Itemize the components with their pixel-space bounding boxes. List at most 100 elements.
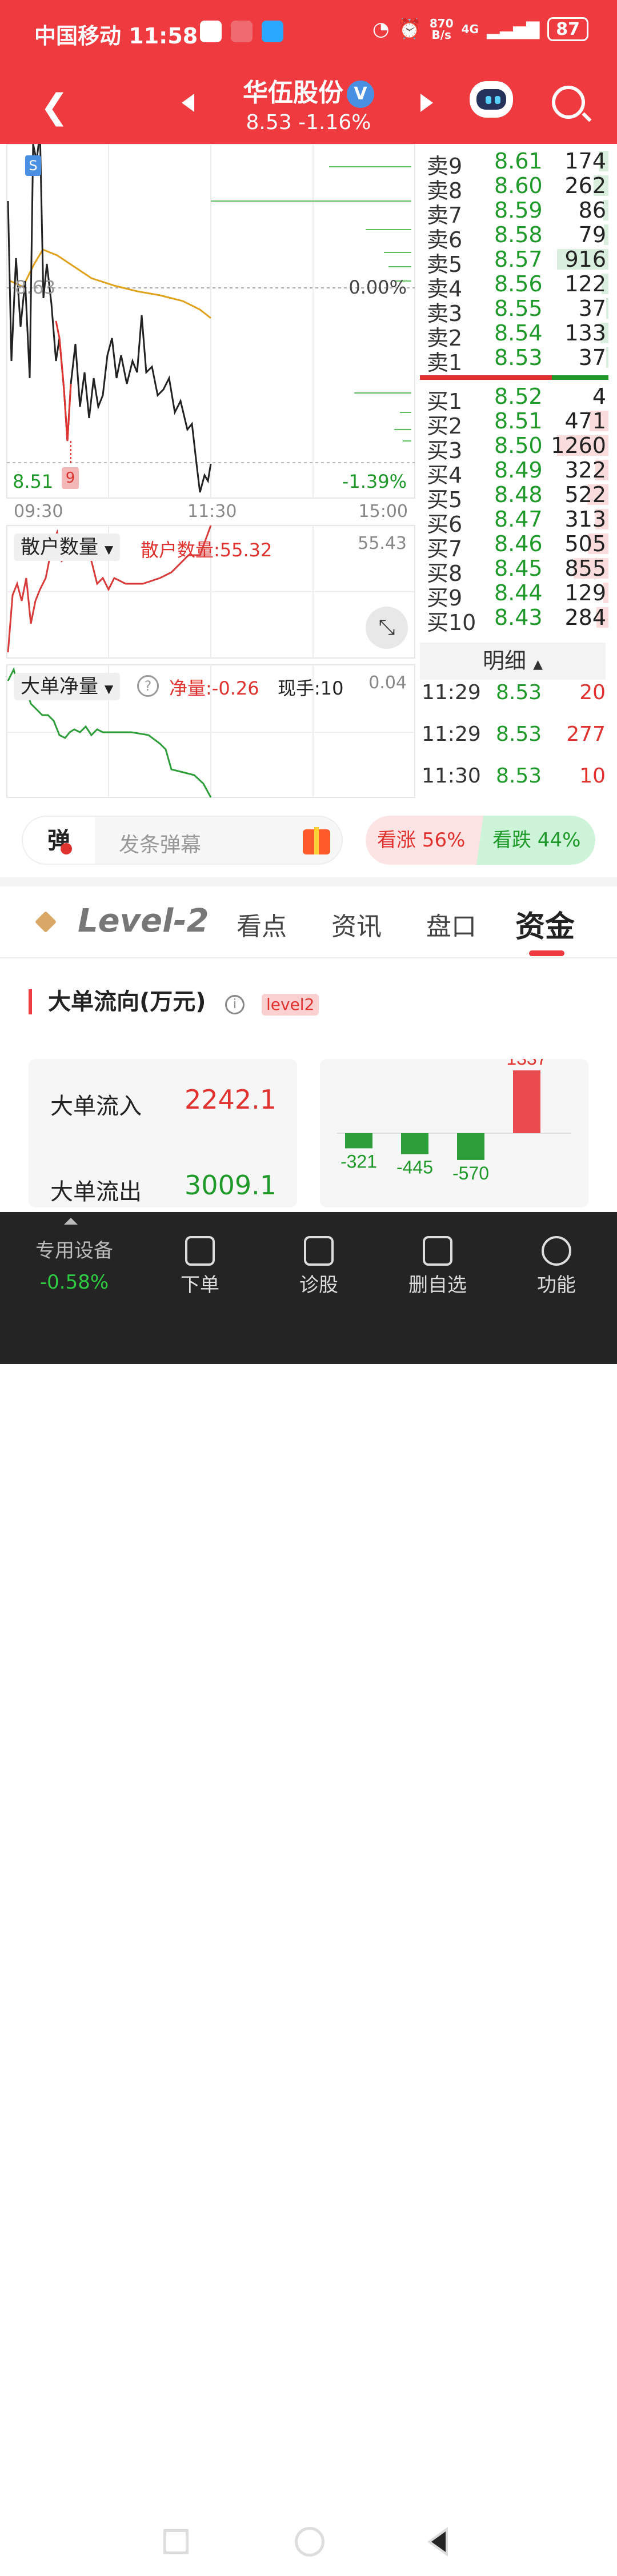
bid-row[interactable]: 买3 8.50 1260 <box>420 433 608 463</box>
danmu-input[interactable]: 发条弹幕 <box>119 828 201 858</box>
bid-row[interactable]: 买5 8.48 522 <box>420 482 608 512</box>
right-depth-lines <box>211 166 411 442</box>
info-icon[interactable]: i <box>225 995 245 1014</box>
stock-title: 华伍股份 V <box>0 72 617 109</box>
vote-down-button[interactable]: 看跌 44% <box>476 816 595 865</box>
section-title: 大单流向(万元) <box>29 989 206 1014</box>
trade-volume: 10 <box>579 764 606 788</box>
triangle-right-icon[interactable] <box>420 94 433 112</box>
danmu-toggle-button[interactable]: 弹 <box>23 817 95 864</box>
huawei-notification-icon <box>231 21 253 42</box>
ask-row[interactable]: 卖5 8.57 916 <box>420 247 608 277</box>
trade-time: 11:29 <box>422 723 481 746</box>
carrier-label: 中国移动 <box>34 23 122 49</box>
ask-row[interactable]: 卖7 8.59 86 <box>420 198 608 228</box>
level-price: 8.49 <box>494 458 543 483</box>
big-order-max-label: 0.04 <box>368 673 407 693</box>
bid-row[interactable]: 买4 8.49 322 <box>420 458 608 488</box>
tab-orderbook[interactable]: 盘口 <box>426 906 476 942</box>
status-right: ◔ ⏰ 870 B/s 4G ▂▃▅▇ 87 <box>372 17 588 41</box>
big-order-selector[interactable]: 大单净量 ▼ <box>14 673 121 700</box>
robot-icon[interactable] <box>470 81 513 118</box>
bid-row[interactable]: 买2 8.51 471 <box>420 408 608 439</box>
sector-indicator[interactable]: 专用设备 -0.58% <box>23 1235 126 1294</box>
app-notification-icon <box>200 21 222 42</box>
bid-row[interactable]: 买8 8.45 855 <box>420 556 608 586</box>
sell-marker[interactable]: S <box>25 155 41 176</box>
status-bar: 中国移动 11:58 ◔ ⏰ 870 B/s 4G ▂▃▅▇ 87 <box>0 0 617 63</box>
sector-change: -0.58% <box>39 1271 109 1294</box>
capital-bar-chart: -321 -445 -570 1337 <box>320 1048 588 1207</box>
nav-remove-watchlist-button[interactable]: 删自选 <box>380 1226 495 1297</box>
bid-row[interactable]: 买1 8.52 4 <box>420 384 608 414</box>
vote-up-button[interactable]: 看涨 56% <box>366 816 486 865</box>
caret-down-icon: ▼ <box>104 543 114 556</box>
tab-highlights[interactable]: 看点 <box>237 906 287 942</box>
nav-menu-button[interactable]: 功能 <box>499 1226 614 1297</box>
detail-header[interactable]: 明细 ▲ <box>420 643 606 680</box>
net-volume-label: 净量:-0.26 <box>169 677 259 699</box>
nav-order-button[interactable]: 下单 <box>143 1226 257 1297</box>
tab-bar: Level-2 看点 资讯 盘口 资金 <box>0 886 617 958</box>
bid-row[interactable]: 买10 8.43 284 <box>420 605 608 635</box>
section-gap <box>0 877 617 886</box>
flow-bar <box>457 1133 484 1160</box>
level-volume: 916 <box>564 247 606 272</box>
level-price: 8.43 <box>494 605 543 630</box>
nav-diagnose-button[interactable]: 诊股 <box>262 1226 376 1297</box>
level-price: 8.45 <box>494 556 543 581</box>
stock-price-line: 8.53 -1.16% <box>246 111 371 134</box>
search-icon[interactable] <box>552 86 585 119</box>
level-price: 8.57 <box>494 247 543 272</box>
ask-row[interactable]: 卖4 8.56 122 <box>420 271 608 302</box>
time-end: 15:00 <box>358 501 408 521</box>
bid-row[interactable]: 买7 8.46 505 <box>420 531 608 561</box>
level-price: 8.48 <box>494 482 543 507</box>
ask-row[interactable]: 卖9 8.61 174 <box>420 149 608 179</box>
clock: 11:58 <box>129 23 198 49</box>
remove-watchlist-icon <box>423 1236 452 1266</box>
gift-icon[interactable] <box>303 827 330 854</box>
battery-indicator: 87 <box>547 17 588 41</box>
trade-price: 8.53 <box>496 764 542 788</box>
ask-row[interactable]: 卖2 8.54 133 <box>420 320 608 351</box>
level-volume: 79 <box>578 222 606 247</box>
level-volume: 322 <box>564 458 606 483</box>
ask-row[interactable]: 卖8 8.60 262 <box>420 173 608 203</box>
speedometer-icon: ◔ <box>372 18 390 41</box>
level-volume: 37 <box>578 296 606 321</box>
ask-row[interactable]: 卖6 8.58 79 <box>420 222 608 252</box>
bid-row[interactable]: 买6 8.47 313 <box>420 507 608 537</box>
level-volume: 1260 <box>551 433 606 458</box>
low-pct-label: -1.39% <box>342 471 407 492</box>
level-volume: 133 <box>564 320 606 346</box>
tab-capital[interactable]: 资金 <box>515 902 575 945</box>
diamond-icon <box>34 910 57 933</box>
expand-icon[interactable]: ⤡ <box>366 607 408 649</box>
retail-max-label: 55.43 <box>358 533 407 553</box>
question-icon[interactable]: ? <box>137 675 159 697</box>
retail-value-label: 散户数量:55.32 <box>141 539 273 561</box>
level-volume: 284 <box>564 605 606 630</box>
trade-price: 8.53 <box>496 681 542 704</box>
diagnose-icon <box>304 1236 334 1266</box>
level-volume: 522 <box>564 482 606 507</box>
low-price-label: 8.51 <box>13 471 54 492</box>
ask-row[interactable]: 卖1 8.53 37 <box>420 345 608 375</box>
back-icon[interactable] <box>427 2527 448 2557</box>
home-icon[interactable] <box>295 2527 324 2557</box>
recent-apps-icon[interactable] <box>163 2529 189 2554</box>
flow-bar-label: -445 <box>396 1157 433 1178</box>
low-marker[interactable]: 9 <box>62 467 79 489</box>
flow-bar <box>401 1133 428 1154</box>
bid-row[interactable]: 买9 8.44 129 <box>420 580 608 611</box>
bottom-nav: 专用设备 -0.58% 下单 诊股 删自选 功能 <box>0 1212 617 2557</box>
arrow-up-icon[interactable] <box>64 1218 78 1225</box>
ask-row[interactable]: 卖3 8.55 37 <box>420 296 608 326</box>
level-price: 8.47 <box>494 507 543 532</box>
app-header: 中国移动 11:58 ◔ ⏰ 870 B/s 4G ▂▃▅▇ 87 ❮ 华伍股份 V… <box>0 0 617 144</box>
price-line <box>7 144 212 493</box>
tab-level2[interactable]: Level-2 <box>78 902 209 940</box>
retail-selector[interactable]: 散户数量 ▼ <box>14 533 121 561</box>
tab-news[interactable]: 资讯 <box>331 906 382 942</box>
